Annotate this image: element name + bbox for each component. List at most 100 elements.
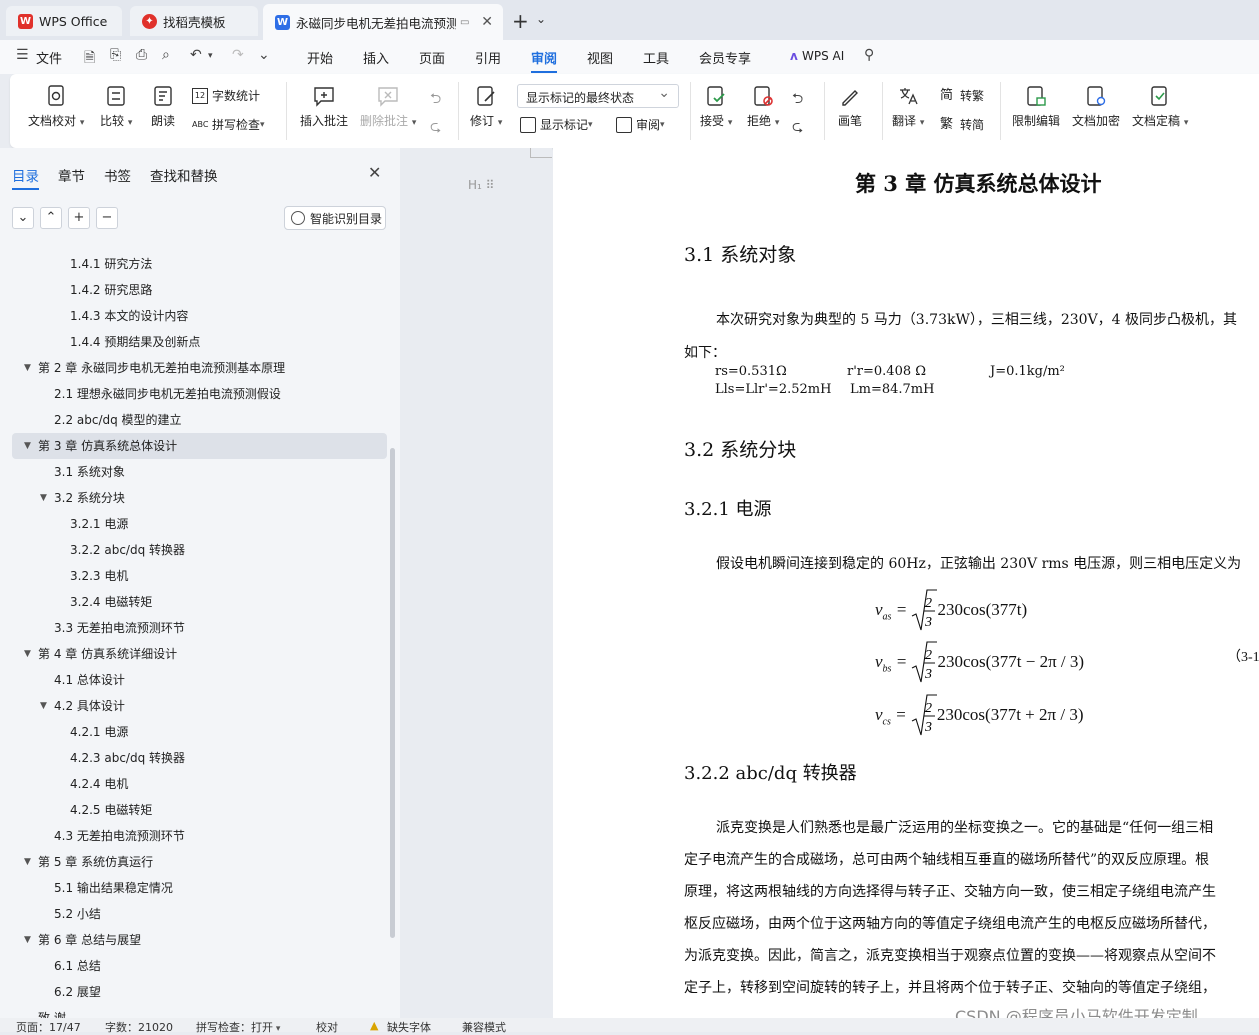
to-traditional-button[interactable]: 简 转繁	[940, 87, 984, 104]
add-heading-button[interactable]: +	[68, 207, 90, 229]
restrict-edit-button[interactable]: 限制编辑	[1012, 84, 1060, 129]
toc-item[interactable]: 4.2.4 电机	[0, 771, 380, 797]
page-indicator[interactable]: 页面：17/47	[16, 1019, 81, 1035]
save-icon[interactable]: 🗎	[84, 47, 95, 71]
redo-icon[interactable]: ↷	[232, 47, 244, 63]
toc-item[interactable]: 2.2 abc/dq 模型的建立	[0, 407, 380, 433]
tab-bookmarks[interactable]: 书签	[104, 165, 131, 185]
toc-item[interactable]: ▼ 3.2 系统分块	[0, 485, 380, 511]
toc-item[interactable]: ▼ 第 3 章 仿真系统总体设计	[12, 433, 387, 459]
print-icon[interactable]: ⎙	[136, 47, 147, 63]
reject-button[interactable]: 拒绝	[747, 84, 779, 129]
expand-down-button[interactable]: ⌄	[12, 207, 34, 229]
to-simplified-button[interactable]: 繁 转简	[940, 116, 984, 133]
menu-view[interactable]: 视图	[587, 48, 613, 67]
accept-button[interactable]: 接受	[700, 84, 732, 129]
undo-dropdown-icon[interactable]: ▾	[208, 51, 213, 61]
toc-item[interactable]: 4.2.1 电源	[0, 719, 380, 745]
toc-item[interactable]: 1.4.2 研究思路	[0, 277, 380, 303]
toc-item[interactable]: 4.2.5 电磁转矩	[0, 797, 380, 823]
word-count-button[interactable]: 12 字数统计	[192, 87, 260, 104]
menu-insert[interactable]: 插入	[363, 48, 389, 67]
toc-item[interactable]: 致 谢	[0, 1005, 380, 1018]
toc-item[interactable]: ▼ 第 2 章 永磁同步电机无差拍电流预测基本原理	[0, 355, 380, 381]
more-chevron-icon[interactable]: ⌄	[258, 47, 270, 63]
expand-arrow-icon[interactable]: ▼	[24, 927, 31, 953]
window-icon[interactable]: ▭	[460, 17, 469, 28]
word-count-status[interactable]: 字数：21020	[105, 1019, 173, 1035]
chevron-down-icon[interactable]: ⌄	[536, 12, 546, 26]
show-markup-button[interactable]: 显示标记	[520, 116, 593, 133]
missing-font-status[interactable]: 缺失字体	[387, 1019, 431, 1035]
toc-item[interactable]: ▼ 第 6 章 总结与展望	[0, 927, 380, 953]
markup-state-select[interactable]: 显示标记的最终状态	[517, 84, 679, 108]
expand-arrow-icon[interactable]: ▼	[24, 433, 31, 459]
remove-heading-button[interactable]: −	[96, 207, 118, 229]
previous-comment-icon[interactable]: ⮌	[430, 88, 441, 112]
toc-item[interactable]: 2.1 理想永磁同步电机无差拍电流预测假设	[0, 381, 380, 407]
tab-find-replace[interactable]: 查找和替换	[150, 165, 218, 185]
toc-item[interactable]: 3.2.4 电磁转矩	[0, 589, 380, 615]
menu-home[interactable]: 开始	[307, 48, 333, 67]
tab-toc[interactable]: 目录	[12, 165, 39, 190]
toc-item[interactable]: 4.3 无差拍电流预测环节	[0, 823, 380, 849]
finalize-button[interactable]: 文档定稿	[1132, 84, 1188, 129]
toc-item[interactable]: 1.4.1 研究方法	[0, 251, 380, 277]
toc-item[interactable]: ▼ 第 4 章 仿真系统详细设计	[0, 641, 380, 667]
toc-item[interactable]: 4.2.3 abc/dq 转换器	[0, 745, 380, 771]
document-page[interactable]: 第 3 章 仿真系统总体设计 3.1 系统对象 本次研究对象为典型的 5 马力（…	[553, 148, 1259, 1018]
tab-current-document[interactable]: W 永磁同步电机无差拍电流预测 ▭ ✕	[263, 4, 503, 40]
wps-ai-button[interactable]: ʌ WPS AI	[790, 49, 844, 63]
toc-item[interactable]: 6.1 总结	[0, 953, 380, 979]
toc-item[interactable]: 3.2.2 abc/dq 转换器	[0, 537, 380, 563]
new-tab-plus-icon[interactable]: +	[512, 9, 529, 33]
menu-file[interactable]: 文件	[36, 48, 62, 67]
compare-button[interactable]: 比较	[100, 84, 132, 129]
expand-arrow-icon[interactable]: ▼	[24, 355, 31, 381]
export-icon[interactable]: ⎘	[110, 47, 121, 63]
read-aloud-button[interactable]: 朗读	[151, 84, 175, 129]
heading-style-icon[interactable]: H₁ ⠿	[468, 178, 494, 192]
toc-item[interactable]: 5.1 输出结果稳定情况	[0, 875, 380, 901]
previous-change-icon[interactable]: ⮌	[792, 88, 803, 112]
spell-check-button[interactable]: ABC 拼写检查	[192, 116, 265, 133]
insert-comment-button[interactable]: 插入批注	[300, 84, 348, 129]
search-icon[interactable]: ⚲	[864, 47, 874, 63]
close-tab-icon[interactable]: ✕	[481, 14, 493, 30]
review-pane-button[interactable]: 审阅	[616, 116, 665, 133]
tab-wps-office[interactable]: W WPS Office	[6, 6, 122, 36]
proof-status[interactable]: 校对	[316, 1019, 338, 1035]
menu-page[interactable]: 页面	[419, 48, 445, 67]
toc-item[interactable]: 5.2 小结	[0, 901, 380, 927]
undo-icon[interactable]: ↶	[190, 47, 202, 63]
hamburger-icon[interactable]: ☰	[16, 47, 29, 63]
toc-item[interactable]: ▼ 第 5 章 系统仿真运行	[0, 849, 380, 875]
next-change-icon[interactable]: ⮎	[792, 116, 803, 140]
toc-item[interactable]: 4.1 总体设计	[0, 667, 380, 693]
tab-sections[interactable]: 章节	[58, 165, 85, 185]
toc-item[interactable]: 1.4.3 本文的设计内容	[0, 303, 380, 329]
toc-item[interactable]: 6.2 展望	[0, 979, 380, 1005]
spell-check-status[interactable]: 拼写检查：打开	[196, 1019, 280, 1035]
toc-item[interactable]: 3.2.3 电机	[0, 563, 380, 589]
menu-review[interactable]: 审阅	[531, 48, 558, 73]
expand-arrow-icon[interactable]: ▼	[40, 693, 47, 719]
tab-docer-templates[interactable]: ✦ 找稻壳模板	[130, 6, 258, 36]
collapse-up-button[interactable]: ⌃	[40, 207, 62, 229]
toc-scrollbar[interactable]	[390, 448, 395, 938]
close-pane-icon[interactable]: ✕	[368, 163, 381, 182]
toc-item[interactable]: 3.2.1 电源	[0, 511, 380, 537]
toc-item[interactable]: 3.1 系统对象	[0, 459, 380, 485]
pen-button[interactable]: 画笔	[838, 84, 862, 129]
encrypt-button[interactable]: 文档加密	[1072, 84, 1120, 129]
toc-item[interactable]: 3.3 无差拍电流预测环节	[0, 615, 380, 641]
expand-arrow-icon[interactable]: ▼	[24, 641, 31, 667]
next-comment-icon[interactable]: ⮎	[430, 116, 441, 140]
menu-tools[interactable]: 工具	[643, 48, 669, 67]
translate-button[interactable]: 翻译	[892, 84, 924, 129]
smart-toc-button[interactable]: 智能识别目录	[284, 206, 386, 230]
delete-comment-button[interactable]: 删除批注	[360, 84, 416, 129]
toc-item[interactable]: 1.4.4 预期结果及创新点	[0, 329, 380, 355]
proofread-button[interactable]: 文档校对	[28, 84, 84, 129]
menu-member[interactable]: 会员专享	[699, 48, 751, 67]
